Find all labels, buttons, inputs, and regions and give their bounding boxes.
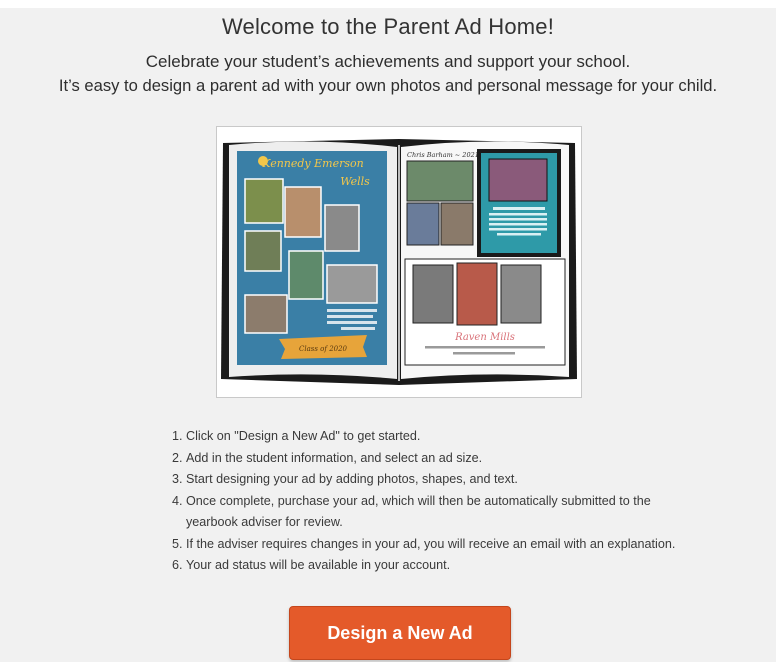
open-book-illustration: Kennedy Emerson Wells Class of 2020 Chri…	[221, 139, 577, 385]
step-text: Click on "Design a New Ad" to get starte…	[186, 429, 421, 443]
top-strip	[0, 0, 776, 8]
photo-bw-couple	[326, 264, 378, 304]
left-page-name-line2: Wells	[340, 175, 370, 188]
message-line	[327, 315, 373, 318]
photo-arch-portrait	[456, 262, 498, 326]
card-text-line	[497, 233, 541, 236]
step-number: 3.	[172, 472, 183, 486]
step-number: 2.	[172, 450, 183, 465]
photo-teen-boy	[406, 202, 440, 246]
card-text-line	[489, 223, 547, 226]
design-new-ad-button[interactable]: Design a New Ad	[289, 606, 511, 660]
photo-group-hug	[488, 158, 548, 202]
ribbon-text: Class of 2020	[299, 345, 348, 353]
caption-line	[453, 352, 515, 355]
photo-bw-girl	[324, 204, 360, 252]
step-number: 4.	[172, 493, 183, 508]
instruction-item: 2. Add in the student information, and s…	[172, 448, 692, 470]
subtitle-line-1: Celebrate your student’s achievements an…	[145, 52, 631, 71]
instruction-item: 4. Once complete, purchase your ad, whic…	[172, 491, 692, 534]
instruction-item: 5. If the adviser requires changes in yo…	[172, 534, 692, 556]
flower-icon	[258, 156, 268, 166]
card-text-line	[489, 228, 547, 231]
photo-child-sunflower	[244, 178, 284, 224]
instructions-list: 1. Click on "Design a New Ad" to get sta…	[172, 426, 692, 577]
photo-outdoor	[440, 202, 474, 246]
subtitle-line-2: It’s easy to design a parent ad with you…	[58, 76, 718, 95]
step-text: Start designing your ad by adding photos…	[186, 472, 518, 486]
message-line	[327, 309, 377, 312]
photo-bw-portrait-2	[500, 264, 542, 324]
card-text-line	[489, 213, 547, 216]
photo-bw-portrait-1	[412, 264, 454, 324]
photo-field	[406, 160, 474, 202]
step-number: 1.	[172, 429, 183, 443]
message-line	[327, 321, 377, 324]
step-text: If the adviser requires changes in your …	[186, 536, 676, 551]
step-number: 5.	[172, 536, 183, 551]
instruction-item: 1. Click on "Design a New Ad" to get sta…	[172, 426, 692, 448]
right-page-name: Raven Mills	[454, 332, 515, 343]
photo-house-group	[244, 294, 288, 334]
yearbook-ad-example-image: Kennedy Emerson Wells Class of 2020 Chri…	[216, 126, 582, 398]
message-line	[341, 327, 375, 330]
photo-bench	[244, 230, 282, 272]
caption-line	[425, 346, 545, 349]
card-text-line	[489, 218, 547, 221]
instruction-item: 3. Start designing your ad by adding pho…	[172, 469, 692, 491]
photo-girl-portrait	[284, 186, 322, 238]
step-text: Your ad status will be available in your…	[186, 558, 451, 572]
instruction-item: 6. Your ad status will be available in y…	[172, 555, 692, 577]
step-text: Add in the student information, and sele…	[186, 450, 483, 465]
step-text: Once complete, purchase your ad, which w…	[186, 493, 651, 530]
left-page-name-line1: Kennedy Emerson	[261, 157, 363, 170]
step-number: 6.	[172, 558, 183, 572]
photo-teen-portrait	[288, 250, 324, 300]
card-text-line	[493, 207, 545, 210]
page-title: Welcome to the Parent Ad Home!	[221, 14, 555, 39]
right-page-header: Chris Barham ~ 2021	[407, 151, 479, 159]
